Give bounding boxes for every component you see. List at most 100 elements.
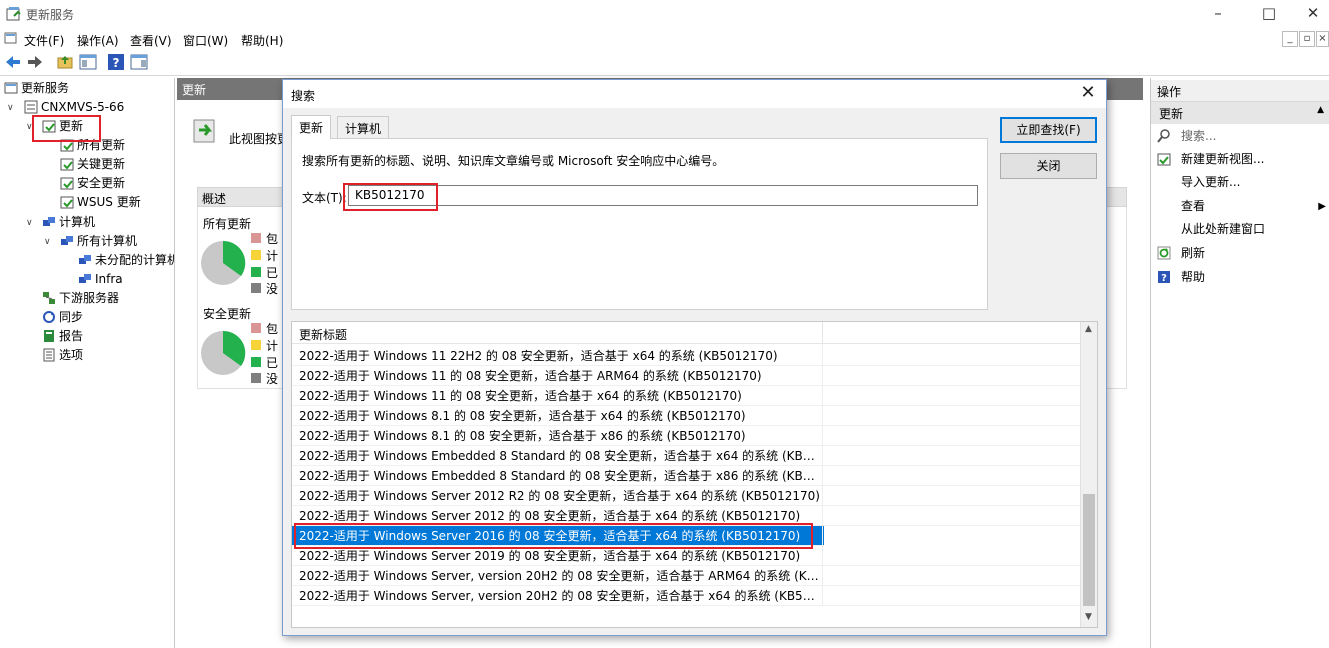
action-new-window[interactable]: 从此处新建窗口 [1151,218,1329,241]
highlight-selected-result [294,523,813,549]
updates-large-icon [193,119,215,143]
scroll-down-arrow-icon[interactable]: ▼ [1085,612,1092,622]
action-new-update-view-label: 新建更新视图... [1181,152,1265,166]
help-icon: ? [1158,271,1170,284]
forward-arrow-icon[interactable] [26,53,44,71]
tree-reports-label: 报告 [59,329,84,343]
tree-all-computers[interactable]: 所有计算机 [60,232,137,251]
action-refresh-label: 刷新 [1181,246,1206,260]
tree-critical-updates[interactable]: 关键更新 [60,155,125,174]
maximize-button[interactable]: □ [1246,0,1292,28]
result-row[interactable]: 2022-适用于 Windows Embedded 8 Standard 的 0… [292,466,1082,486]
action-new-update-view[interactable]: 新建更新视图... [1151,148,1329,171]
result-row[interactable]: 2022-适用于 Windows 8.1 的 08 安全更新，适合基于 x64 … [292,406,1082,426]
tree-downstream-servers[interactable]: 下游服务器 [42,289,119,308]
legend-swatch [251,340,261,350]
dialog-close-icon[interactable]: ✕ [1076,82,1100,106]
action-help[interactable]: ? 帮助 [1151,266,1329,289]
tree-root-label: 更新服务 [21,81,70,95]
sync-icon [43,311,55,323]
action-search-label: 搜索... [1181,129,1217,143]
menu-window[interactable]: 窗口(W) [183,32,228,49]
action-new-window-label: 从此处新建窗口 [1181,222,1266,236]
tree-security-updates[interactable]: 安全更新 [60,174,125,193]
show-hide-tree-icon[interactable] [79,53,97,71]
tree-wsus-updates[interactable]: WSUS 更新 [60,193,141,212]
mdi-restore-button[interactable]: ▫ [1299,31,1315,47]
menu-view[interactable]: 查看(V) [130,32,172,49]
mdi-close-button[interactable]: × [1316,31,1329,47]
legend-label: 计 [266,339,279,353]
chevron-down-icon[interactable]: ∨ [44,237,51,247]
search-text-input[interactable]: KB5012170 [348,185,978,206]
result-row[interactable]: 2022-适用于 Windows Server 2019 的 08 安全更新，适… [292,546,1082,566]
dialog-title: 搜索 [291,89,316,103]
tree-wsus-updates-label: WSUS 更新 [77,195,141,209]
refresh-icon [1157,246,1171,260]
chevron-down-icon[interactable]: ∨ [26,218,33,228]
result-title: 2022-适用于 Windows Server 2019 的 08 安全更新，适… [299,549,801,563]
tab-updates[interactable]: 更新 [291,115,332,139]
search-icon [1157,129,1170,143]
tree-unassigned-computers[interactable]: 未分配的计算机 [78,251,174,270]
chevron-down-icon[interactable]: ∨ [7,103,14,113]
action-import-updates[interactable]: 导入更新... [1151,171,1329,194]
action-view[interactable]: 查看 ▶ [1151,195,1329,218]
tree-sync[interactable]: 同步 [42,308,83,327]
search-dialog: 搜索 ✕ 更新 计算机 搜索所有更新的标题、说明、知识库文章编号或 Micros… [282,79,1107,636]
result-row[interactable]: 2022-适用于 Windows Server, version 20H2 的 … [292,566,1082,586]
tree-infra[interactable]: Infra [78,270,123,289]
menu-action[interactable]: 操作(A) [77,32,119,49]
action-refresh[interactable]: 刷新 [1151,242,1329,265]
computer-group-icon [79,274,91,283]
scroll-up-arrow-icon[interactable]: ▲ [1085,324,1092,334]
result-title: 2022-适用于 Windows 8.1 的 08 安全更新，适合基于 x64 … [299,409,746,423]
results-column-header[interactable]: 更新标题 [292,322,1082,344]
update-icon [60,158,74,171]
tree-options[interactable]: 选项 [42,346,83,365]
result-row[interactable]: 2022-适用于 Windows Server, version 20H2 的 … [292,586,1082,606]
downstream-servers-icon [43,292,55,304]
security-updates-pie [201,330,246,375]
tree-computers[interactable]: 计算机 [42,213,95,232]
show-action-pane-icon[interactable] [130,53,148,71]
scrollbar-thumb[interactable] [1083,494,1095,606]
result-row[interactable]: 2022-适用于 Windows 8.1 的 08 安全更新，适合基于 x86 … [292,426,1082,446]
result-row[interactable]: 2022-适用于 Windows Server 2012 R2 的 08 安全更… [292,486,1082,506]
find-now-button[interactable]: 立即查找(F) [1000,117,1097,143]
folder-up-icon[interactable] [56,53,74,71]
collapse-arrow-icon[interactable]: ▲ [1317,105,1324,115]
actions-pane: 操作 更新 ▲ 搜索... 新建更新视图... 导入更新... 查看 ▶ 从此处… [1150,78,1329,648]
help-icon[interactable]: ? [107,53,125,71]
back-arrow-icon[interactable] [4,53,22,71]
minimize-button[interactable]: – [1195,0,1241,28]
menu-bar: 文件(F) 操作(A) 查看(V) 窗口(W) 帮助(H) _ ▫ × [0,28,1329,50]
wsus-app-icon [6,7,21,21]
mdi-minimize-button[interactable]: _ [1282,31,1298,47]
actions-section-label: 更新 [1159,107,1184,121]
actions-section-updates[interactable]: 更新 ▲ [1151,102,1329,124]
close-window-button[interactable]: ✕ [1290,0,1329,28]
tree-root[interactable]: 更新服务 [4,79,69,98]
title-bar: 更新服务 – □ ✕ [0,0,1329,28]
result-row[interactable]: 2022-适用于 Windows Embedded 8 Standard 的 0… [292,446,1082,466]
tree-computers-label: 计算机 [59,215,96,229]
tab-computers[interactable]: 计算机 [337,116,390,138]
update-services-icon [4,82,18,94]
toolbar: ? [0,50,1329,76]
tree-reports[interactable]: 报告 [42,327,83,346]
menu-file[interactable]: 文件(F) [24,32,64,49]
results-scrollbar[interactable]: ▲ ▼ [1080,322,1097,627]
result-row[interactable]: 2022-适用于 Windows 11 的 08 安全更新，适合基于 ARM64… [292,366,1082,386]
results-header-label: 更新标题 [299,328,348,342]
action-search[interactable]: 搜索... [1151,125,1329,148]
close-button[interactable]: 关闭 [1000,153,1097,179]
result-row[interactable]: 2022-适用于 Windows 11 的 08 安全更新，适合基于 x64 的… [292,386,1082,406]
result-row[interactable]: 2022-适用于 Windows 11 22H2 的 08 安全更新，适合基于 … [292,346,1082,366]
tree-all-computers-label: 所有计算机 [77,234,138,248]
all-updates-heading: 所有更新 [203,217,252,231]
update-icon [60,196,74,209]
tree-security-updates-label: 安全更新 [77,176,126,190]
submenu-arrow-icon: ▶ [1318,201,1326,212]
menu-help[interactable]: 帮助(H) [241,32,283,49]
